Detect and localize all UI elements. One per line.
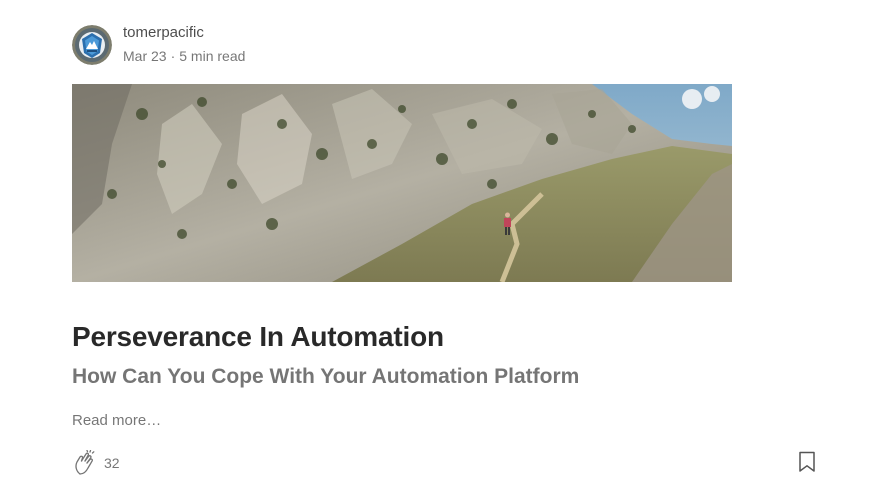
author-name-link[interactable]: tomerpacific xyxy=(123,23,245,43)
post-date-line: Mar 23 · 5 min read xyxy=(123,46,245,66)
meta-separator: · xyxy=(170,48,176,64)
read-time: 5 min read xyxy=(179,48,246,64)
read-more-link[interactable]: Read more… xyxy=(72,411,161,431)
clap-button[interactable] xyxy=(72,449,100,477)
bookmark-icon xyxy=(799,451,815,472)
hero-image[interactable] xyxy=(72,84,732,282)
post-date[interactable]: Mar 23 xyxy=(123,48,167,64)
post-card: tomerpacific Mar 23 · 5 min read Perseve… xyxy=(0,0,872,485)
author-avatar[interactable] xyxy=(72,24,112,65)
clap-icon xyxy=(75,450,95,475)
author-meta: tomerpacific Mar 23 · 5 min read xyxy=(123,23,245,66)
post-title[interactable]: Perseverance In Automation xyxy=(72,319,444,355)
clap-count[interactable]: 32 xyxy=(104,455,120,471)
clap-row: 32 xyxy=(72,449,120,477)
author-row: tomerpacific Mar 23 · 5 min read xyxy=(72,23,245,66)
bookmark-button[interactable] xyxy=(796,450,818,474)
post-subtitle[interactable]: How Can You Cope With Your Automation Pl… xyxy=(72,363,579,391)
